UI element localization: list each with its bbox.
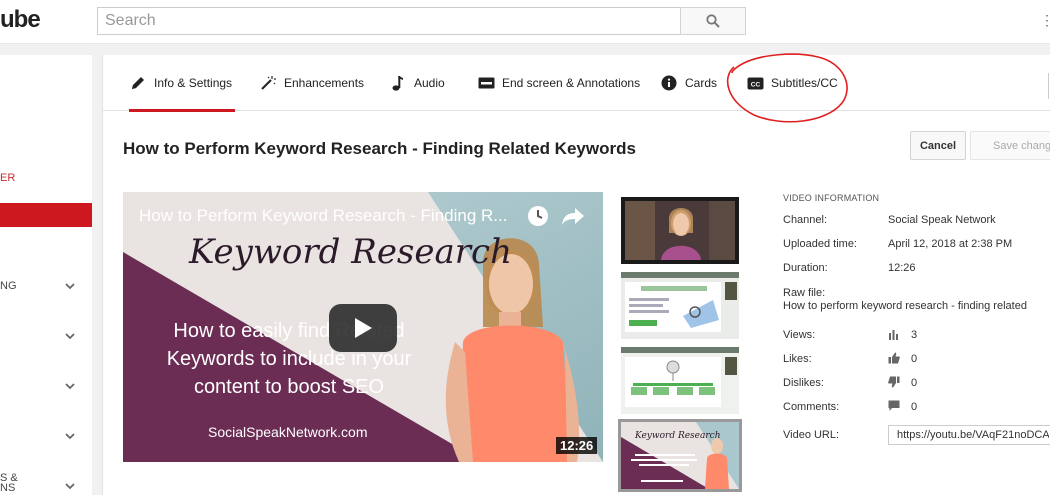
page-title: How to Perform Keyword Research - Findin… bbox=[123, 139, 636, 158]
sidebar-item-label[interactable]: S & NS bbox=[0, 473, 18, 494]
tab-cards[interactable]: Cards bbox=[660, 55, 717, 111]
tab-subtitles-cc[interactable]: CC Subtitles/CC bbox=[746, 55, 838, 111]
likes-label: Likes: bbox=[783, 353, 812, 365]
thumbs-up-icon bbox=[888, 352, 900, 364]
thumbnail-image: Keyword Research bbox=[621, 422, 739, 489]
overlay-line: content to boost SEO bbox=[193, 376, 385, 398]
tab-label: Info & Settings bbox=[154, 76, 233, 90]
tab-enhancements[interactable]: Enhancements bbox=[259, 55, 364, 111]
end-screen-icon bbox=[477, 74, 495, 92]
tab-end-screen-annotations[interactable]: End screen & Annotations bbox=[477, 55, 640, 111]
channel-value: Social Speak Network bbox=[888, 214, 996, 226]
sidebar-item-label[interactable]: NG bbox=[0, 280, 17, 292]
chevron-down-icon[interactable] bbox=[63, 279, 77, 293]
tab-bar: Info & Settings Enhancements Audio End s… bbox=[103, 55, 1050, 112]
pencil-icon bbox=[129, 74, 147, 92]
sidebar-item-active[interactable] bbox=[0, 203, 92, 227]
thumbnail-option-selected[interactable]: Keyword Research bbox=[618, 419, 742, 492]
cc-icon: CC bbox=[746, 74, 764, 92]
thumbnail-option[interactable] bbox=[621, 272, 739, 339]
svg-text:Keyword Research: Keyword Research bbox=[634, 431, 721, 441]
video-url-field[interactable] bbox=[888, 425, 1050, 445]
duration-value: 12:26 bbox=[888, 262, 916, 274]
main-panel: Info & Settings Enhancements Audio End s… bbox=[102, 53, 1050, 495]
raw-file-label: Raw file: bbox=[783, 287, 826, 299]
uploaded-value: April 12, 2018 at 2:38 PM bbox=[888, 238, 1013, 250]
sidebar-item-red-label[interactable]: ER bbox=[0, 172, 15, 184]
overlay-script-heading: Keyword Research bbox=[189, 232, 512, 272]
top-bar: ube ⋮ bbox=[0, 0, 1050, 44]
watch-later-icon[interactable] bbox=[527, 205, 549, 227]
duration-badge: 12:26 bbox=[556, 437, 598, 454]
search-icon bbox=[706, 14, 720, 28]
likes-value: 0 bbox=[911, 353, 918, 365]
chevron-down-icon[interactable] bbox=[63, 329, 77, 343]
cancel-button[interactable]: Cancel bbox=[910, 131, 966, 160]
tab-info-settings[interactable]: Info & Settings bbox=[129, 55, 235, 112]
comments-label: Comments: bbox=[783, 401, 840, 413]
search-input[interactable] bbox=[97, 7, 681, 35]
player-title[interactable]: How to Perform Keyword Research - Findin… bbox=[139, 206, 507, 226]
info-icon bbox=[660, 74, 678, 92]
thumbnail-image bbox=[621, 272, 739, 339]
more-icon[interactable]: ⋮ bbox=[1040, 12, 1050, 29]
video-url-label: Video URL: bbox=[783, 429, 840, 441]
raw-file-value: How to perform keyword research - findin… bbox=[783, 300, 1027, 312]
bar-chart-icon bbox=[889, 330, 898, 340]
tab-label: Cards bbox=[685, 76, 718, 90]
thumbnail-option[interactable] bbox=[621, 197, 739, 264]
svg-text:CC: CC bbox=[750, 81, 760, 88]
chevron-down-icon[interactable] bbox=[63, 429, 77, 443]
video-player[interactable]: Keyword Research How to easily find Rela… bbox=[123, 192, 603, 462]
tab-label: Audio bbox=[414, 76, 445, 90]
comments-value: 0 bbox=[911, 401, 918, 413]
share-icon[interactable] bbox=[561, 205, 585, 227]
save-changes-button[interactable]: Save changes bbox=[970, 131, 1050, 160]
tab-label: Subtitles/CC bbox=[771, 76, 838, 90]
uploaded-label: Uploaded time: bbox=[783, 238, 857, 250]
chevron-down-icon[interactable] bbox=[63, 379, 77, 393]
duration-label: Duration: bbox=[783, 262, 828, 274]
tab-label: End screen & Annotations bbox=[502, 76, 641, 90]
search-button[interactable] bbox=[680, 7, 746, 35]
channel-label: Channel: bbox=[783, 214, 828, 226]
magic-wand-icon bbox=[259, 74, 277, 92]
thumbnail-image bbox=[621, 197, 739, 264]
thumbnail-option[interactable] bbox=[621, 347, 739, 414]
thumbs-down-icon bbox=[888, 376, 900, 388]
youtube-logo[interactable]: ube bbox=[0, 6, 41, 34]
views-value: 3 bbox=[911, 329, 918, 341]
dislikes-label: Dislikes: bbox=[783, 377, 824, 389]
music-note-icon bbox=[389, 74, 407, 92]
views-label: Views: bbox=[783, 329, 816, 341]
chevron-down-icon[interactable] bbox=[63, 479, 77, 493]
comment-icon bbox=[888, 400, 900, 411]
tab-audio[interactable]: Audio bbox=[389, 55, 445, 111]
play-icon bbox=[355, 318, 372, 338]
section-heading: VIDEO INFORMATION bbox=[783, 193, 880, 203]
play-button[interactable] bbox=[329, 304, 397, 352]
left-sidebar: ER NG S & NS bbox=[0, 55, 92, 495]
dislikes-value: 0 bbox=[911, 377, 918, 389]
thumbnail-image bbox=[621, 347, 739, 414]
tab-label: Enhancements bbox=[284, 76, 365, 90]
overlay-site: SocialSpeakNetwork.com bbox=[208, 424, 368, 440]
